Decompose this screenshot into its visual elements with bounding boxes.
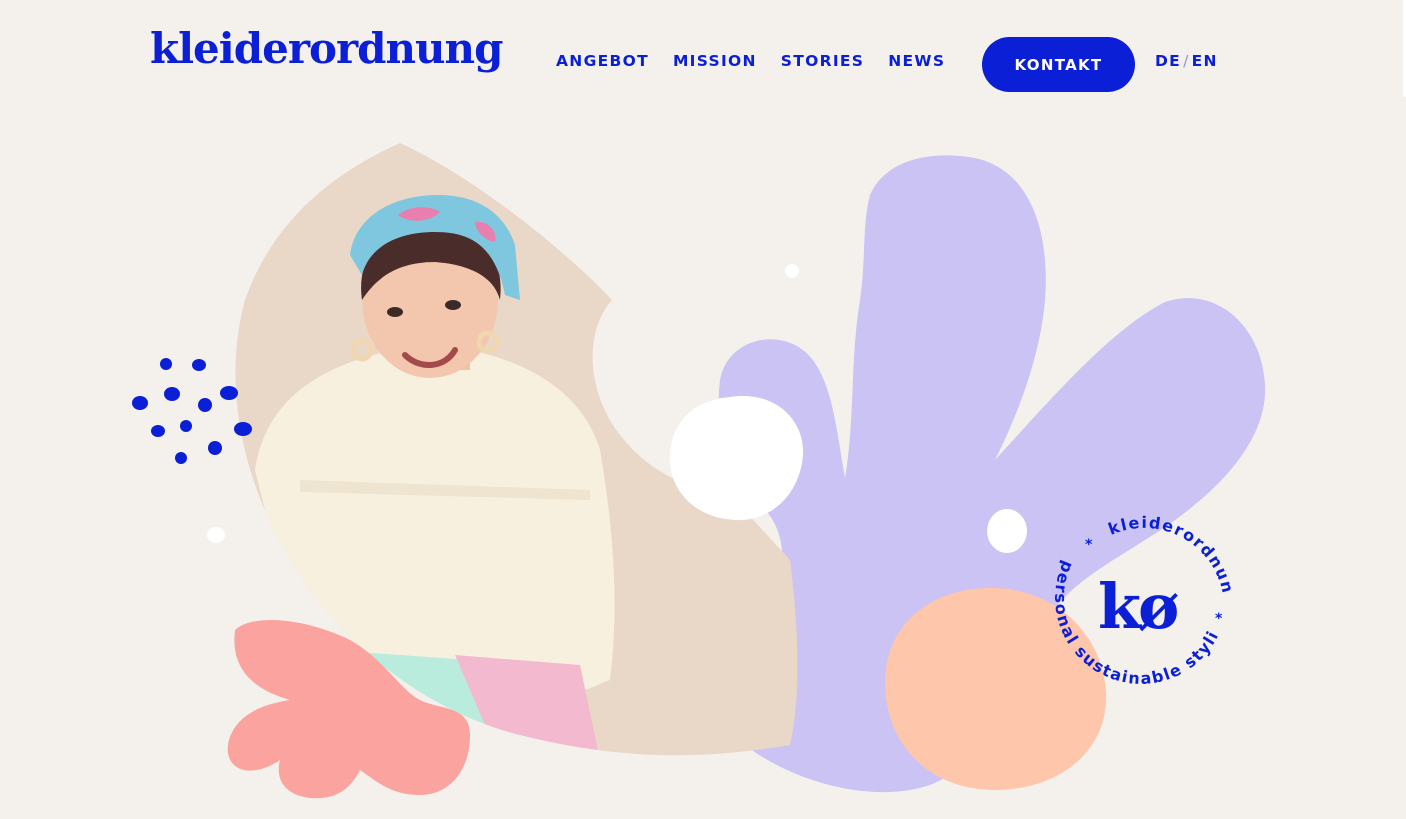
hero-illustration: kleiderordnung personal sustainable styl… [0,0,1266,799]
white-dot-1 [785,264,799,278]
badge-monogram: kø [1098,570,1178,643]
white-dot-3 [987,509,1027,553]
white-dot-2 [207,527,225,543]
badge-star-right: * [1215,611,1223,627]
badge-star-left: * [1085,537,1093,553]
blue-dots-cluster [132,358,252,464]
